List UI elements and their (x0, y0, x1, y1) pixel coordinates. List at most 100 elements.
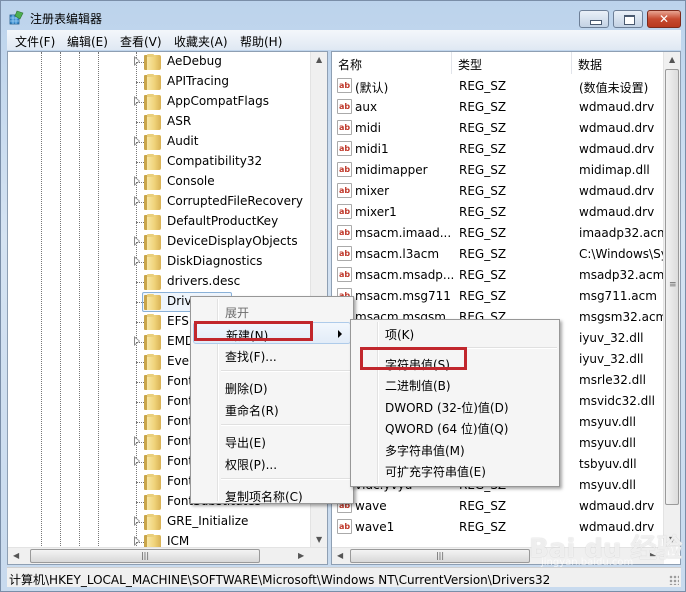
menu-item[interactable]: 二进制值(B) (353, 373, 557, 395)
expand-arrow-icon[interactable] (134, 96, 140, 106)
tree-connector (136, 242, 144, 243)
menu-item-label: 删除(D) (225, 382, 268, 396)
folder-icon (144, 494, 161, 510)
list-vscroll-thumb[interactable]: ≡ (665, 69, 679, 505)
expand-arrow-icon[interactable] (134, 436, 140, 446)
resize-grip[interactable] (669, 575, 679, 585)
folder-icon (144, 174, 161, 190)
tree-item[interactable]: ASR (8, 112, 308, 132)
tree-connector (136, 522, 144, 523)
scroll-right-icon[interactable]: ▶ (298, 551, 304, 560)
value-data: tsbyuv.dll (579, 457, 637, 471)
expand-arrow-icon[interactable] (134, 516, 140, 526)
close-button[interactable]: ✕ (647, 10, 681, 28)
expand-arrow-icon[interactable] (134, 336, 140, 346)
menu-separator (221, 424, 351, 426)
menu-item-label: 查找(F)... (225, 350, 277, 364)
scroll-left-icon[interactable]: ◀ (13, 551, 19, 560)
value-row[interactable]: ab midimapper REG_SZ midimap.dll (332, 160, 672, 181)
maximize-button[interactable] (613, 10, 643, 28)
tree-item[interactable]: AeDebug (8, 52, 308, 72)
menu-item[interactable]: 删除(D) (193, 376, 351, 398)
value-row[interactable]: ab msacm.msadp... REG_SZ msadp32.acm (332, 265, 672, 286)
tree-connector (136, 182, 144, 183)
folder-icon (144, 94, 161, 110)
tree-item[interactable]: AppCompatFlags (8, 92, 308, 112)
tree-item[interactable]: GRE_Initialize (8, 512, 308, 532)
menu-item[interactable]: 权限(P)... (193, 452, 351, 474)
value-row[interactable]: abmsacm.msg711REG_SZmsg711.acm (332, 286, 672, 307)
folder-icon (144, 214, 161, 230)
tree-item[interactable]: CorruptedFileRecovery (8, 192, 308, 212)
expand-arrow-icon[interactable] (134, 136, 140, 146)
tree-item[interactable]: DiskDiagnostics (8, 252, 308, 272)
value-row[interactable]: ab mixer REG_SZ wdmaud.drv (332, 181, 672, 202)
scroll-down-icon[interactable]: ▼ (316, 535, 322, 544)
menu-edit[interactable]: 编辑(E) (67, 33, 108, 50)
value-data: msyuv.dll (579, 436, 636, 450)
value-data: wdmaud.drv (579, 205, 655, 219)
scroll-left-icon[interactable]: ◀ (337, 551, 343, 560)
menu-item-label: 二进制值(B) (385, 379, 451, 393)
folder-icon (144, 54, 161, 70)
value-row[interactable]: ab wave REG_SZ wdmaud.drv (332, 496, 672, 517)
menu-item-label: 复制项名称(C) (225, 490, 303, 504)
menu-view[interactable]: 查看(V) (120, 33, 162, 50)
expand-arrow-icon[interactable] (134, 196, 140, 206)
value-row[interactable]: ab midi REG_SZ wdmaud.drv (332, 118, 672, 139)
tree-item[interactable]: Audit (8, 132, 308, 152)
string-value-icon: ab (337, 141, 352, 156)
tree-hscroll-thumb[interactable]: ||| (30, 549, 260, 563)
menu-item[interactable]: 查找(F)... (193, 344, 351, 366)
expand-arrow-icon[interactable] (134, 236, 140, 246)
menu-item[interactable]: 导出(E) (193, 430, 351, 452)
value-row[interactable]: ab msacm.imaad... REG_SZ imaadp32.acm (332, 223, 672, 244)
tree-item[interactable]: DefaultProductKey (8, 212, 308, 232)
scroll-up-icon[interactable]: ▲ (669, 55, 675, 64)
value-row[interactable]: ab midi1 REG_SZ wdmaud.drv (332, 139, 672, 160)
value-type: REG_SZ (459, 289, 507, 303)
submenu-arrow-icon (338, 330, 342, 338)
folder-icon (144, 314, 161, 330)
value-row[interactable]: ab msacm.l3acm REG_SZ C:\Windows\Sys (332, 244, 674, 265)
tree-item[interactable]: DeviceDisplayObjects (8, 232, 308, 252)
tree-horizontal-scrollbar[interactable]: ◀ ||| ▶ (8, 547, 327, 564)
menu-favorites[interactable]: 收藏夹(A) (174, 33, 228, 50)
expand-arrow-icon[interactable] (134, 536, 140, 546)
column-header-type[interactable]: 类型 (452, 52, 572, 74)
menu-item[interactable]: 可扩充字符串值(E) (353, 459, 557, 481)
list-vertical-scrollbar[interactable]: ▲ ≡ ▼ (663, 52, 680, 547)
menu-file[interactable]: 文件(F) (15, 33, 55, 50)
tree-item[interactable]: APITracing (8, 72, 308, 92)
value-data: (数值未设置) (579, 81, 649, 95)
menu-item[interactable]: 重命名(R) (193, 398, 351, 420)
expand-arrow-icon[interactable] (134, 176, 140, 186)
value-row[interactable]: ab mixer1 REG_SZ wdmaud.drv (332, 202, 672, 223)
value-row[interactable]: ab (默认) REG_SZ (数值未设置) (332, 76, 672, 97)
menu-item[interactable]: 复制项名称(C) (193, 484, 351, 506)
minimize-button[interactable] (579, 10, 609, 28)
title-bar[interactable]: 注册表编辑器 ✕ (1, 1, 685, 29)
menu-item[interactable]: 项(K) (353, 322, 557, 344)
menu-item[interactable]: 多字符串值(M) (353, 438, 557, 460)
list-hscroll-thumb[interactable]: ||| (350, 549, 530, 563)
tree-item-label: Audit (167, 134, 199, 148)
status-bar: 计算机\HKEY_LOCAL_MACHINE\SOFTWARE\Microsof… (7, 567, 681, 587)
scroll-up-icon[interactable]: ▲ (316, 55, 322, 64)
tree-item[interactable]: drivers.desc (8, 272, 308, 292)
menu-item[interactable]: DWORD (32-位)值(D) (353, 395, 557, 417)
tree-item[interactable]: Compatibility32 (8, 152, 308, 172)
expand-arrow-icon[interactable] (134, 456, 140, 466)
registry-values-pane[interactable]: 名称 类型 数据 ab (默认) REG_SZ (数值未设置) ab aux REG_SZ w… (331, 51, 681, 565)
annotation-highlight-new (194, 321, 313, 341)
expand-arrow-icon[interactable] (134, 56, 140, 66)
value-data: wdmaud.drv (579, 100, 655, 114)
column-header-name[interactable]: 名称 (332, 52, 452, 74)
column-header-data[interactable]: 数据 (572, 52, 672, 74)
menu-item[interactable]: QWORD (64 位)值(Q) (353, 416, 557, 438)
expand-arrow-icon[interactable] (134, 256, 140, 266)
folder-icon (144, 334, 161, 350)
value-row[interactable]: ab aux REG_SZ wdmaud.drv (332, 97, 672, 118)
menu-help[interactable]: 帮助(H) (240, 33, 282, 50)
tree-item[interactable]: Console (8, 172, 308, 192)
